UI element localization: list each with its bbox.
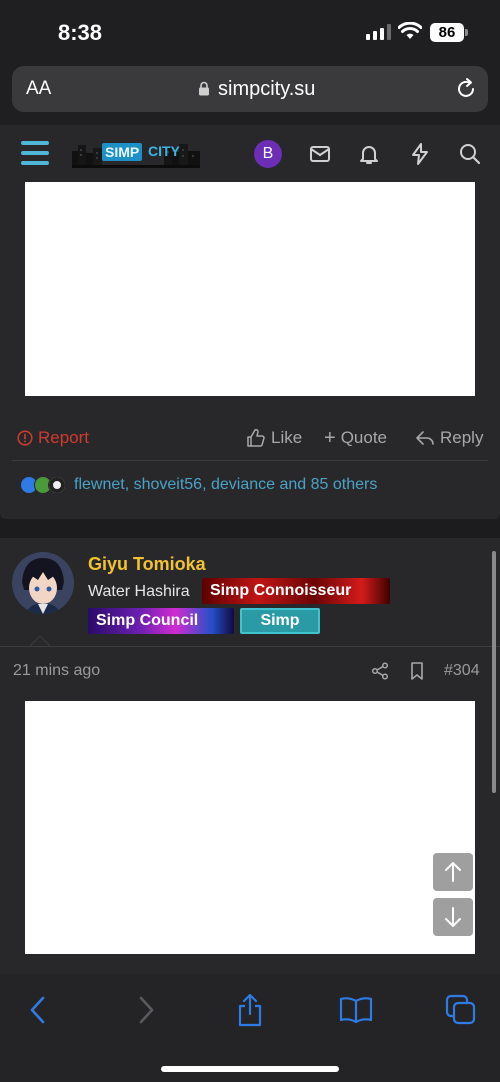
- share-sheet-icon[interactable]: [236, 992, 264, 1028]
- mail-icon[interactable]: [308, 142, 332, 166]
- url-domain[interactable]: simpcity.su: [218, 78, 315, 101]
- status-bar: 8:38 86: [0, 0, 500, 62]
- reactions-bar[interactable]: flewnet, shoveit56, deviance and 85 othe…: [20, 476, 377, 494]
- arrow-up-icon: [445, 862, 461, 882]
- safari-url-area: AA simpcity.su: [0, 62, 500, 125]
- bookmark-icon[interactable]: [409, 662, 425, 680]
- scroll-to-bottom-button[interactable]: [433, 898, 473, 936]
- text-size-button[interactable]: AA: [26, 78, 51, 100]
- lightning-icon[interactable]: [408, 142, 432, 166]
- like-button[interactable]: Like: [246, 428, 302, 448]
- report-link[interactable]: Report: [17, 428, 89, 448]
- post-media[interactable]: [25, 701, 475, 954]
- author-username[interactable]: Giyu Tomioka: [88, 554, 206, 575]
- page-scrollbar[interactable]: [492, 551, 496, 793]
- reply-label: Reply: [440, 428, 484, 447]
- plus-icon: +: [324, 426, 336, 449]
- browser-toolbar: [0, 974, 500, 1082]
- reply-arrow-icon: [416, 431, 434, 445]
- site-logo[interactable]: SIMP CITY: [72, 139, 200, 169]
- address-bar[interactable]: AA simpcity.su: [12, 66, 488, 112]
- reply-button[interactable]: Reply: [415, 428, 483, 448]
- home-indicator[interactable]: [161, 1066, 339, 1072]
- reactions-summary[interactable]: flewnet, shoveit56, deviance and 85 othe…: [74, 476, 377, 494]
- divider: [12, 460, 488, 461]
- scroll-to-top-button[interactable]: [433, 853, 473, 891]
- divider: [0, 646, 500, 647]
- eyes-reaction-icon: [48, 476, 66, 494]
- status-time: 8:38: [58, 20, 103, 45]
- badge-simp-connoisseur: Simp Connoisseur: [202, 578, 390, 604]
- anime-character-avatar-icon: [12, 552, 74, 614]
- site-header: SIMP CITY B: [0, 125, 500, 182]
- quote-button[interactable]: + Quote: [324, 428, 387, 448]
- user-avatar[interactable]: B: [254, 140, 282, 168]
- search-icon[interactable]: [458, 142, 482, 166]
- post-media[interactable]: [25, 182, 475, 396]
- share-icon[interactable]: [371, 662, 389, 680]
- post-previous: Report Like + Quote Reply flewnet, shove…: [0, 182, 500, 519]
- logo-text-simp: SIMP: [102, 143, 143, 161]
- lock-icon: [199, 81, 209, 96]
- battery-indicator: 86: [430, 23, 468, 42]
- badge-simp-council: Simp Council: [88, 608, 234, 634]
- cell-signal-icon: [366, 24, 391, 40]
- logo-text-city: CITY: [148, 143, 180, 159]
- arrow-down-icon: [445, 907, 461, 927]
- menu-icon[interactable]: [21, 141, 49, 165]
- thread-content: Report Like + Quote Reply flewnet, shove…: [0, 182, 500, 974]
- badge-simp: Simp: [240, 608, 320, 634]
- thumbs-up-icon: [247, 428, 265, 447]
- back-icon[interactable]: [26, 994, 50, 1026]
- post-number[interactable]: #304: [444, 662, 480, 680]
- tabs-icon[interactable]: [445, 994, 477, 1026]
- reload-icon[interactable]: [454, 77, 478, 101]
- bell-icon[interactable]: [357, 142, 381, 166]
- author-title: Water Hashira: [88, 583, 190, 600]
- reaction-icons: [20, 476, 66, 494]
- bookmarks-book-icon[interactable]: [339, 996, 373, 1024]
- warning-icon: [17, 430, 33, 446]
- forward-icon[interactable]: [134, 994, 158, 1026]
- report-label: Report: [38, 428, 90, 447]
- quote-label: Quote: [340, 428, 387, 447]
- author-avatar[interactable]: [12, 552, 74, 614]
- post-304: Giyu Tomioka Water Hashira Simp Connoiss…: [0, 538, 500, 974]
- like-label: Like: [271, 428, 303, 447]
- post-timestamp[interactable]: 21 mins ago: [13, 662, 100, 680]
- wifi-icon: [398, 22, 422, 39]
- message-pointer: [30, 635, 50, 646]
